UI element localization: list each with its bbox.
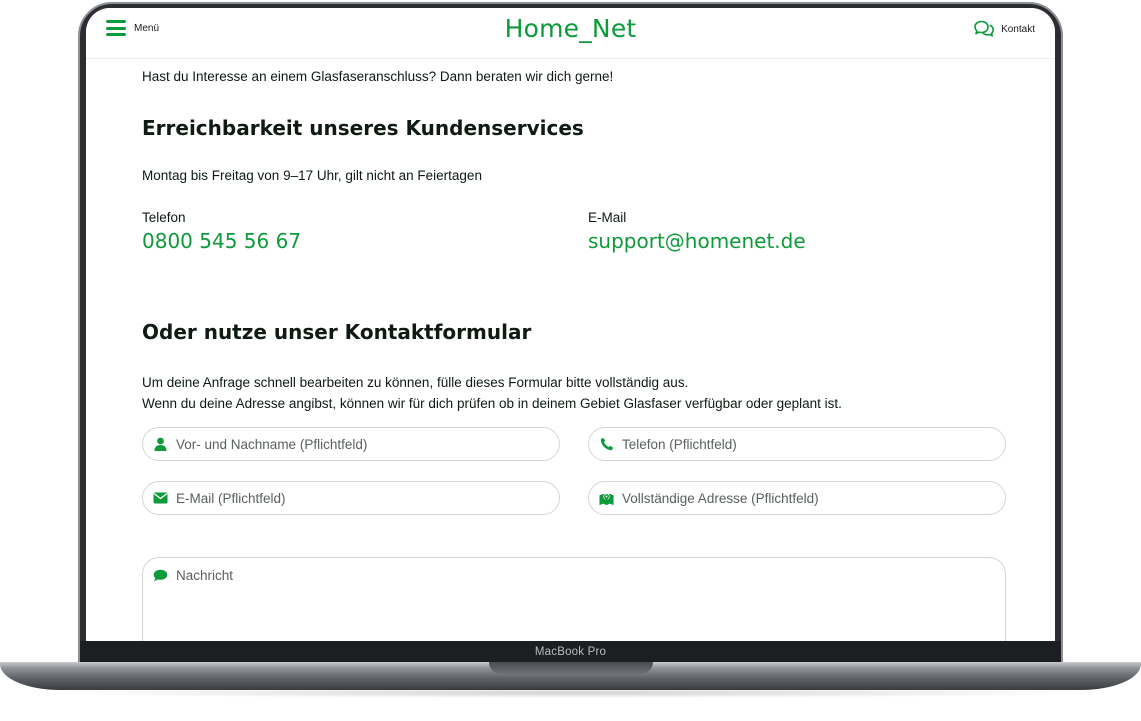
phone-icon — [599, 437, 614, 452]
form-description-line-1: Um deine Anfrage schnell bearbeiten zu k… — [142, 375, 689, 390]
form-description: Um deine Anfrage schnell bearbeiten zu k… — [142, 372, 842, 414]
phone-block: Telefon 0800 545 56 67 — [142, 210, 301, 253]
contact-button[interactable]: Kontakt — [973, 20, 1035, 38]
name-placeholder: Vor- und Nachname (Pflichtfeld) — [176, 436, 368, 452]
laptop-bottom-bezel: MacBook Pro — [80, 641, 1061, 663]
laptop-notch — [489, 662, 653, 674]
speech-bubble-icon — [153, 568, 168, 583]
address-placeholder: Vollständige Adresse (Pflichtfeld) — [622, 490, 819, 506]
form-description-line-2: Wenn du deine Adresse angibst, können wi… — [142, 396, 842, 411]
email-field[interactable]: E-Mail (Pflichtfeld) — [142, 481, 560, 515]
phone-caption: Telefon — [142, 210, 186, 225]
service-hours: Montag bis Freitag von 9–17 Uhr, gilt ni… — [142, 168, 482, 183]
email-block: E-Mail support@homenet.de — [588, 210, 806, 253]
service-heading: Erreichbarkeit unseres Kundenservices — [142, 116, 584, 140]
site-header: Menü Home_Net Kontakt — [86, 8, 1055, 59]
site-logo[interactable]: Home_Net — [86, 14, 1055, 43]
form-heading: Oder nutze unser Kontaktformular — [142, 320, 532, 344]
email-caption: E-Mail — [588, 210, 627, 225]
message-textarea[interactable]: Nachricht — [142, 557, 1006, 641]
laptop-model-label: MacBook Pro — [534, 646, 607, 658]
user-icon — [153, 437, 168, 452]
phone-placeholder: Telefon (Pflichtfeld) — [622, 436, 737, 452]
laptop-shadow — [30, 688, 1111, 698]
message-placeholder: Nachricht — [176, 568, 234, 583]
email-placeholder: E-Mail (Pflichtfeld) — [176, 490, 286, 506]
intro-text: Hast du Interesse an einem Glasfaseransc… — [142, 69, 614, 84]
address-field[interactable]: Vollständige Adresse (Pflichtfeld) — [588, 481, 1006, 515]
name-field[interactable]: Vor- und Nachname (Pflichtfeld) — [142, 427, 560, 461]
chat-bubbles-icon — [973, 20, 995, 38]
browser-screen: Menü Home_Net Kontakt Hast du Interesse … — [86, 8, 1055, 641]
map-pin-icon — [599, 491, 614, 506]
message-placeholder-row: Nachricht — [153, 568, 233, 583]
email-link[interactable]: support@homenet.de — [588, 229, 806, 253]
contact-label: Kontakt — [1001, 23, 1035, 35]
phone-link[interactable]: 0800 545 56 67 — [142, 229, 301, 253]
envelope-icon — [153, 491, 168, 506]
phone-field[interactable]: Telefon (Pflichtfeld) — [588, 427, 1006, 461]
